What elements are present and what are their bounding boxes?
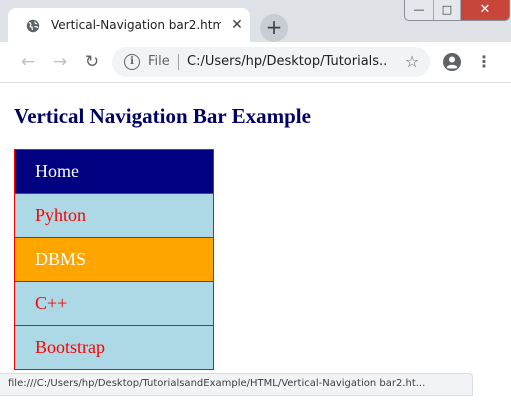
maximize-button[interactable]: □ bbox=[434, 0, 461, 20]
browser-titlebar: Vertical-Navigation bar2.html ✕ + — □ ✕ bbox=[0, 0, 511, 42]
tab-close-icon[interactable]: ✕ bbox=[229, 17, 245, 33]
info-icon[interactable]: i bbox=[124, 54, 140, 70]
window-controls: — □ ✕ bbox=[404, 0, 510, 21]
page-title: Vertical Navigation Bar Example bbox=[14, 104, 311, 128]
nav-item-bootstrap[interactable]: Bootstrap bbox=[14, 326, 214, 370]
nav-item-dbms[interactable]: DBMS bbox=[14, 238, 214, 282]
nav-link-home[interactable]: Home bbox=[15, 150, 213, 193]
url-divider bbox=[178, 54, 179, 70]
scheme-label: File bbox=[148, 54, 170, 69]
forward-arrow-icon[interactable]: → bbox=[48, 50, 72, 74]
nav-item-cpp[interactable]: C++ bbox=[14, 282, 214, 326]
page-content: Vertical Navigation Bar Example Home Pyh… bbox=[0, 83, 511, 400]
vertical-nav: Home Pyhton DBMS C++ Bootstrap bbox=[14, 149, 214, 370]
new-tab-button[interactable]: + bbox=[260, 14, 288, 42]
close-window-button[interactable]: ✕ bbox=[461, 0, 509, 20]
status-url: file:///C:/Users/hp/Desktop/Tutorialsand… bbox=[8, 378, 426, 389]
bookmark-star-icon[interactable]: ☆ bbox=[402, 52, 422, 72]
status-bar: file:///C:/Users/hp/Desktop/Tutorialsand… bbox=[0, 373, 473, 396]
nav-item-python[interactable]: Pyhton bbox=[14, 194, 214, 238]
browser-tab[interactable]: Vertical-Navigation bar2.html ✕ bbox=[8, 8, 250, 42]
minimize-button[interactable]: — bbox=[405, 0, 434, 20]
globe-icon bbox=[26, 18, 40, 33]
url-text[interactable]: C:/Users/hp/Desktop/Tutorials... bbox=[187, 53, 387, 71]
nav-link-python[interactable]: Pyhton bbox=[15, 194, 213, 237]
back-arrow-icon[interactable]: ← bbox=[16, 50, 40, 74]
browser-toolbar: ← → ↻ i File C:/Users/hp/Desktop/Tutoria… bbox=[0, 42, 511, 83]
nav-link-bootstrap[interactable]: Bootstrap bbox=[15, 326, 213, 369]
reload-icon[interactable]: ↻ bbox=[80, 50, 104, 74]
account-icon[interactable] bbox=[442, 52, 462, 72]
nav-link-cpp[interactable]: C++ bbox=[15, 282, 213, 325]
tab-title: Vertical-Navigation bar2.html bbox=[51, 18, 221, 32]
nav-link-dbms[interactable]: DBMS bbox=[15, 238, 213, 281]
nav-item-home[interactable]: Home bbox=[14, 150, 214, 194]
menu-kebab-icon[interactable]: ⋮ bbox=[476, 50, 492, 74]
address-bar[interactable]: i File C:/Users/hp/Desktop/Tutorials... … bbox=[112, 47, 430, 77]
